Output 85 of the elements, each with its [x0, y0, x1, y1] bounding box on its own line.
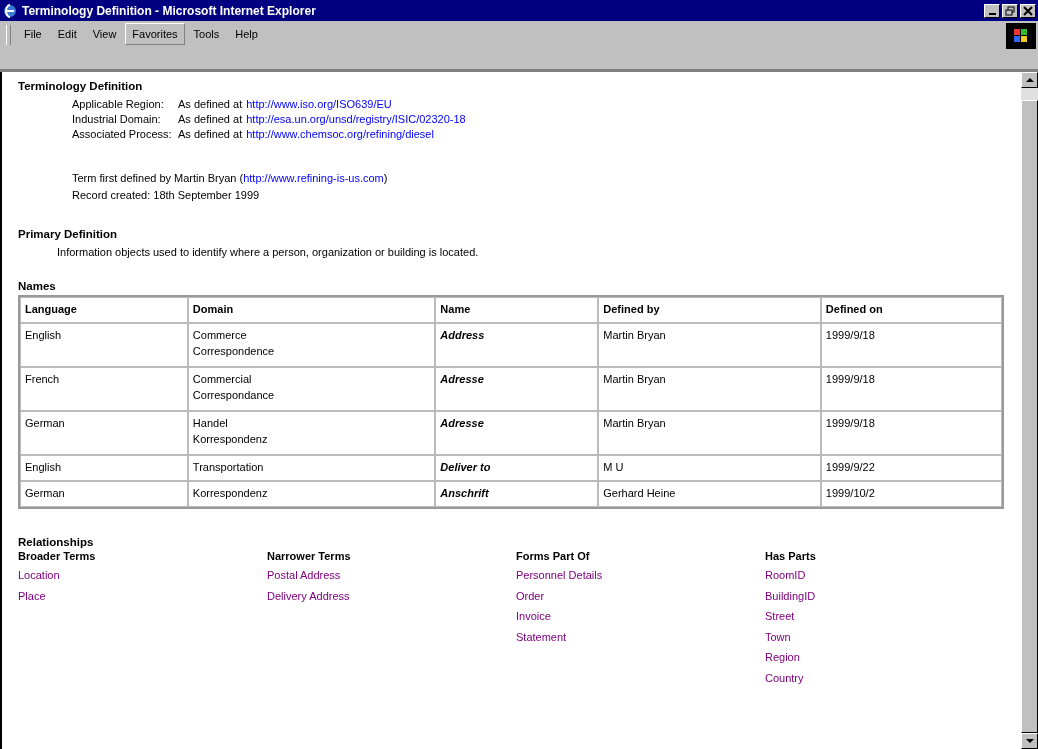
column-heading: Broader Terms — [18, 550, 96, 562]
window-title: Terminology Definition - Microsoft Internet Explorer — [22, 3, 317, 18]
windows-logo-icon — [1006, 23, 1036, 49]
menu-item[interactable]: Help — [228, 23, 265, 45]
column-header: Defined on — [820, 297, 1002, 323]
table-cell: Adresse — [435, 411, 599, 455]
term-link[interactable]: Location — [18, 565, 60, 586]
table-cell: Adresse — [435, 367, 599, 411]
close-button[interactable] — [1020, 3, 1036, 18]
definition-label: Industrial Domain: — [72, 112, 162, 127]
table-cell: Gerhard Heine — [598, 481, 821, 507]
table-cell: Handel Korrespondenz — [187, 411, 436, 455]
column-header: Name — [435, 297, 599, 323]
section-heading: Primary Definition — [18, 228, 119, 240]
term-link[interactable]: Country — [765, 667, 804, 688]
record-date: Record created: 18th September 1999 — [72, 188, 261, 203]
definition-text: As defined at — [178, 128, 243, 140]
table-cell: Transportation — [187, 455, 436, 481]
author-text: Term first defined by Martin Bryan (http://www.refining-is-us.com) — [72, 171, 389, 186]
section-heading: Terminology Definition — [18, 80, 144, 92]
column-header: Language — [20, 297, 188, 323]
table-cell: Address — [435, 323, 599, 367]
column-header: Defined by — [598, 297, 821, 323]
term-link[interactable]: Statement — [516, 626, 567, 647]
table-cell: Martin Bryan — [598, 411, 821, 455]
term-link[interactable]: Town — [765, 626, 791, 647]
table-cell: 1999/10/2 — [820, 481, 1002, 507]
term-link[interactable]: BuildingID — [765, 585, 816, 606]
menu-item[interactable]: Edit — [50, 23, 84, 45]
column-heading: Has Parts — [765, 550, 816, 562]
table-cell: Korrespondenz — [187, 481, 436, 507]
column-heading: Narrower Terms — [267, 550, 351, 562]
term-link[interactable]: Place — [18, 585, 46, 606]
table-cell: M U — [598, 455, 821, 481]
term-link[interactable]: Delivery Address — [267, 585, 350, 606]
definition-text: As defined at — [178, 98, 243, 110]
close-icon — [1023, 5, 1033, 16]
section-heading: Names — [18, 280, 57, 292]
table-cell: 1999/9/18 — [820, 411, 1002, 455]
term-link[interactable]: RoomID — [765, 565, 806, 586]
url-link[interactable]: http://www.chemsoc.org/refining/diesel — [246, 128, 434, 140]
term-link[interactable]: Personnel Details — [516, 565, 603, 586]
table-cell: Deliver to — [435, 455, 599, 481]
column-header: Domain — [187, 297, 436, 323]
section-heading: Relationships — [18, 536, 95, 548]
url-link[interactable]: http://www.iso.org/ISO639/EU — [246, 98, 392, 110]
table-cell: English — [20, 323, 188, 367]
table-cell: 1999/9/22 — [820, 455, 1002, 481]
term-link[interactable]: Invoice — [516, 606, 551, 627]
table-cell: Martin Bryan — [598, 367, 821, 411]
browser-icon — [2, 2, 18, 19]
minimize-button[interactable] — [984, 3, 1000, 18]
definition-text: As defined at — [178, 113, 243, 125]
menu-item[interactable]: Favorites — [125, 23, 185, 45]
minimize-icon — [988, 12, 996, 15]
scroll-down-button[interactable] — [1021, 733, 1038, 749]
scroll-track[interactable] — [1021, 88, 1038, 100]
restore-icon — [1005, 5, 1015, 16]
table-cell: German — [20, 481, 188, 507]
definition-label: Applicable Region: — [72, 97, 165, 112]
table-cell: French — [20, 367, 188, 411]
definition-label: Associated Process: — [72, 127, 173, 142]
table-cell: German — [20, 411, 188, 455]
term-link[interactable]: Postal Address — [267, 565, 341, 586]
table-cell: English — [20, 455, 188, 481]
term-link[interactable]: Region — [765, 647, 800, 668]
table-cell: Martin Bryan — [598, 323, 821, 367]
table-cell: Anschrift — [435, 481, 599, 507]
table-cell: Commercial Correspondance — [187, 367, 436, 411]
url-link[interactable]: http://esa.un.org/unsd/registry/ISIC/02320-18 — [246, 113, 466, 125]
column-heading: Forms Part Of — [516, 550, 590, 562]
definition-text: Information objects used to identify where a person, organization or building is located. — [56, 246, 480, 258]
restore-button[interactable] — [1002, 3, 1018, 18]
url-link[interactable]: http://www.refining-is-us.com — [243, 172, 384, 184]
menu-item[interactable]: View — [85, 23, 124, 45]
table-cell: Commerce Correspondence — [187, 323, 436, 367]
caret-up-icon — [1025, 77, 1034, 83]
caret-down-icon — [1025, 738, 1034, 744]
menu-item[interactable]: File — [17, 23, 49, 45]
table-cell: 1999/9/18 — [820, 323, 1002, 367]
term-link[interactable]: Street — [765, 606, 795, 627]
term-link[interactable]: Order — [516, 585, 545, 606]
table-cell: 1999/9/18 — [820, 367, 1002, 411]
menu-item[interactable]: Tools — [186, 23, 227, 45]
scroll-up-button[interactable] — [1021, 72, 1038, 88]
